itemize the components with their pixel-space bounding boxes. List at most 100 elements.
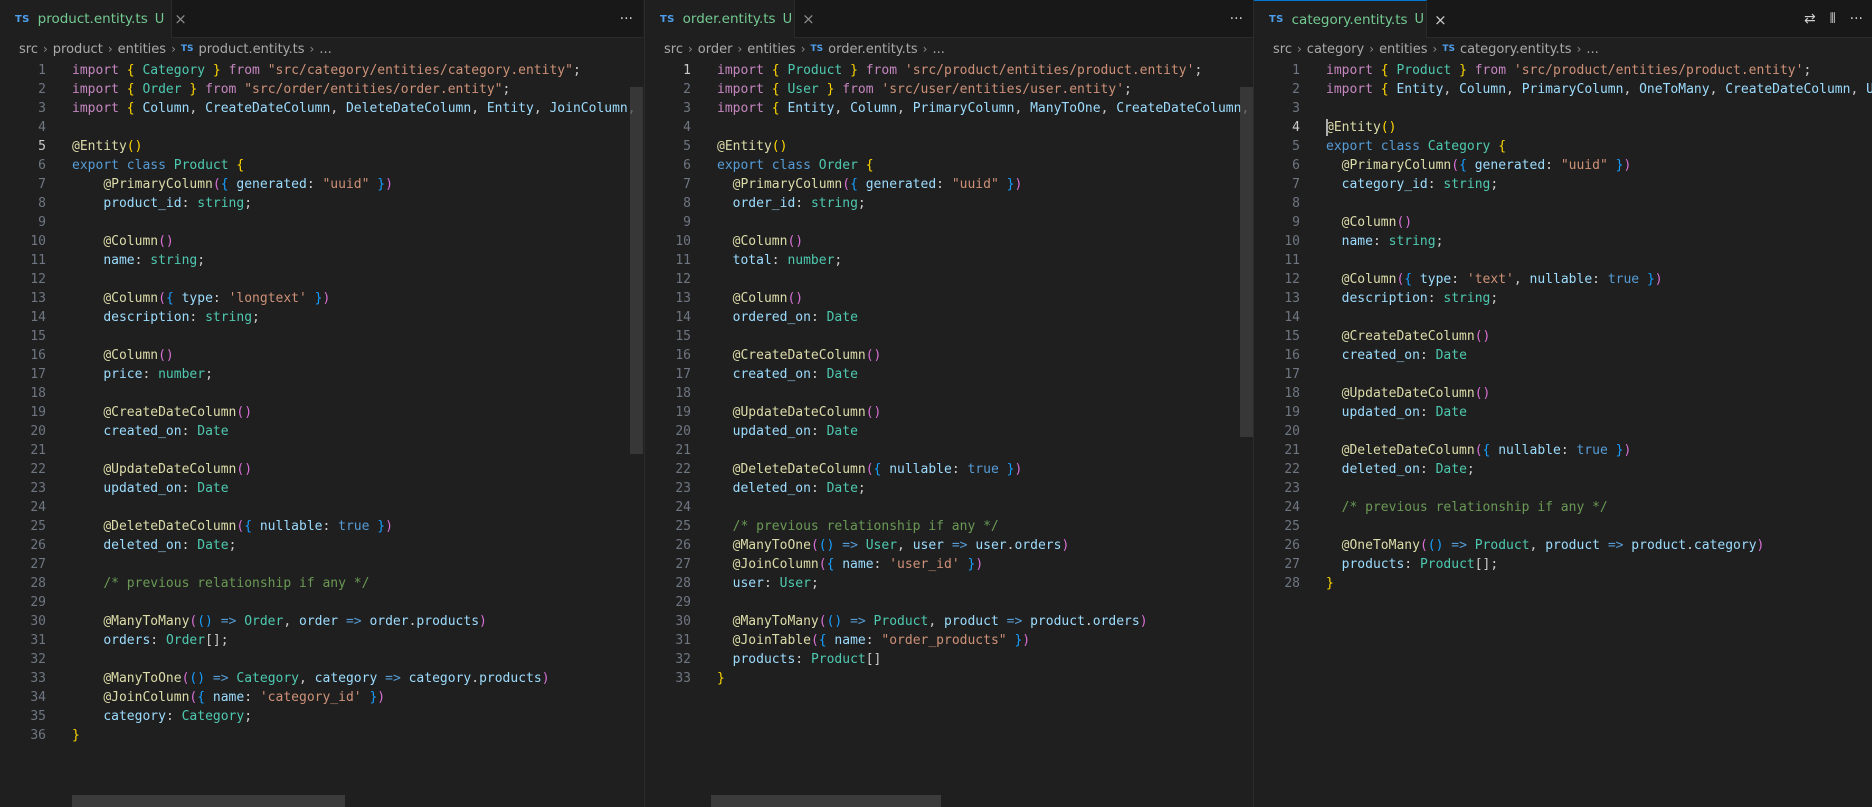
horizontal-scrollbar[interactable]	[711, 795, 941, 807]
code-line[interactable]: 34 @JoinColumn({ name: 'category_id' })	[0, 688, 643, 707]
code-line[interactable]: 18	[0, 384, 643, 403]
code-line[interactable]: 8	[1254, 194, 1872, 213]
code-line[interactable]: 36}	[0, 726, 643, 745]
code-line[interactable]: 25 @DeleteDateColumn({ nullable: true })	[0, 517, 643, 536]
code-line[interactable]: 2 import { Entity, Column, PrimaryColumn,…	[1254, 80, 1872, 99]
code-line[interactable]: 8 product_id: string;	[0, 194, 643, 213]
code-line[interactable]: 16 @Column()	[0, 346, 643, 365]
breadcrumb-folder[interactable]: entities	[1379, 42, 1427, 57]
code-line[interactable]: 6 export class Order {	[645, 156, 1253, 175]
code-line[interactable]: 5 export class Category {	[1254, 137, 1872, 156]
close-icon[interactable]: ×	[174, 10, 187, 28]
code-line[interactable]: 20	[1254, 422, 1872, 441]
tab-category-entity[interactable]: TS category.entity.ts U ×	[1254, 0, 1447, 38]
code-line[interactable]: 13 @Column()	[645, 289, 1253, 308]
code-line[interactable]: 10 name: string;	[1254, 232, 1872, 251]
code-line[interactable]: 1 import { Product } from 'src/product/en…	[1254, 61, 1872, 80]
code-line[interactable]: 22 @DeleteDateColumn({ nullable: true })	[645, 460, 1253, 479]
code-line[interactable]: 32	[0, 650, 643, 669]
code-line[interactable]: 7 @PrimaryColumn({ generated: "uuid" })	[0, 175, 643, 194]
code-editor[interactable]: 1 import { Product } from 'src/product/en…	[645, 61, 1253, 807]
code-line[interactable]: 16 created_on: Date	[1254, 346, 1872, 365]
code-line[interactable]: 9	[645, 213, 1253, 232]
code-line[interactable]: 28}	[1254, 574, 1872, 593]
code-line[interactable]: 32 products: Product[]	[645, 650, 1253, 669]
code-line[interactable]: 28 /* previous relationship if any */	[0, 574, 643, 593]
code-line[interactable]: 4	[0, 118, 643, 137]
breadcrumb-src[interactable]: src	[664, 42, 683, 57]
code-line[interactable]: 5 @Entity()	[0, 137, 643, 156]
code-line[interactable]: 3 import { Column, CreateDateColumn, Dele…	[0, 99, 643, 118]
code-line[interactable]: 15	[0, 327, 643, 346]
code-line[interactable]: 14 description: string;	[0, 308, 643, 327]
code-line[interactable]: 17 created_on: Date	[645, 365, 1253, 384]
code-line[interactable]: 31 orders: Order[];	[0, 631, 643, 650]
code-line[interactable]: 2 import { Order } from "src/order/entiti…	[0, 80, 643, 99]
code-line[interactable]: 15 @CreateDateColumn()	[1254, 327, 1872, 346]
code-line[interactable]: 25	[1254, 517, 1872, 536]
vertical-scrollbar[interactable]	[1240, 87, 1253, 437]
code-line[interactable]: 20 updated_on: Date	[645, 422, 1253, 441]
code-line[interactable]: 12	[0, 270, 643, 289]
code-line[interactable]: 24	[645, 498, 1253, 517]
code-line[interactable]: 14	[1254, 308, 1872, 327]
code-line[interactable]: 7 category_id: string;	[1254, 175, 1872, 194]
code-line[interactable]: 18 @UpdateDateColumn()	[1254, 384, 1872, 403]
close-icon[interactable]: ×	[802, 10, 815, 28]
code-line[interactable]: 16 @CreateDateColumn()	[645, 346, 1253, 365]
code-line[interactable]: 21	[0, 441, 643, 460]
breadcrumb-folder[interactable]: category	[1307, 42, 1364, 57]
split-editor-icon[interactable]: ⫴	[1830, 11, 1836, 27]
code-line[interactable]: 24	[0, 498, 643, 517]
code-line[interactable]: 21 @DeleteDateColumn({ nullable: true })	[1254, 441, 1872, 460]
code-editor[interactable]: 1 import { Product } from 'src/product/en…	[1254, 61, 1872, 807]
code-line[interactable]: 11 total: number;	[645, 251, 1253, 270]
code-line[interactable]: 25 /* previous relationship if any */	[645, 517, 1253, 536]
more-actions-icon[interactable]: ···	[1230, 11, 1243, 27]
code-line[interactable]: 26 @OneToMany(() => Product, product => …	[1254, 536, 1872, 555]
code-line[interactable]: 18	[645, 384, 1253, 403]
code-line[interactable]: 29	[0, 593, 643, 612]
code-line[interactable]: 27 @JoinColumn({ name: 'user_id' })	[645, 555, 1253, 574]
code-line[interactable]: 20 created_on: Date	[0, 422, 643, 441]
code-line[interactable]: 13 description: string;	[1254, 289, 1872, 308]
code-line[interactable]: 3	[1254, 99, 1872, 118]
compare-changes-icon[interactable]: ⇄	[1804, 11, 1816, 27]
breadcrumb-folder[interactable]: entities	[747, 42, 795, 57]
breadcrumb-symbol[interactable]: ...	[932, 42, 944, 57]
code-line[interactable]: 19 @CreateDateColumn()	[0, 403, 643, 422]
code-line[interactable]: 10 @Column()	[645, 232, 1253, 251]
code-line[interactable]: 24 /* previous relationship if any */	[1254, 498, 1872, 517]
code-line[interactable]: 33}	[645, 669, 1253, 688]
more-actions-icon[interactable]: ···	[1850, 11, 1863, 27]
code-line[interactable]: 30 @ManyToMany(() => Order, order => ord…	[0, 612, 643, 631]
code-line[interactable]: 11	[1254, 251, 1872, 270]
code-line[interactable]: 23	[1254, 479, 1872, 498]
code-line[interactable]: 19 @UpdateDateColumn()	[645, 403, 1253, 422]
code-line[interactable]: 8 order_id: string;	[645, 194, 1253, 213]
code-line[interactable]: 26 @ManyToOne(() => User, user => user.o…	[645, 536, 1253, 555]
code-line[interactable]: 12	[645, 270, 1253, 289]
tab-order-entity[interactable]: TS order.entity.ts U ×	[645, 0, 815, 38]
code-line[interactable]: 9	[0, 213, 643, 232]
breadcrumb-folder[interactable]: entities	[118, 42, 166, 57]
code-line[interactable]: 30 @ManyToMany(() => Product, product =>…	[645, 612, 1253, 631]
code-line[interactable]: 3 import { Entity, Column, PrimaryColumn,…	[645, 99, 1253, 118]
code-line[interactable]: 27 products: Product[];	[1254, 555, 1872, 574]
code-line[interactable]: 6 export class Product {	[0, 156, 643, 175]
breadcrumb-folder[interactable]: order	[698, 42, 733, 57]
code-line[interactable]: 4	[645, 118, 1253, 137]
breadcrumb-file[interactable]: category.entity.ts	[1460, 42, 1572, 57]
code-line[interactable]: 29	[645, 593, 1253, 612]
code-line[interactable]: 4 @Entity()	[1254, 118, 1872, 137]
code-editor[interactable]: 1 import { Category } from "src/category/…	[0, 61, 643, 807]
code-line[interactable]: 28 user: User;	[645, 574, 1253, 593]
breadcrumb-file[interactable]: order.entity.ts	[828, 42, 918, 57]
code-line[interactable]: 23 updated_on: Date	[0, 479, 643, 498]
code-line[interactable]: 33 @ManyToOne(() => Category, category =…	[0, 669, 643, 688]
code-line[interactable]: 26 deleted_on: Date;	[0, 536, 643, 555]
breadcrumb-symbol[interactable]: ...	[1586, 42, 1598, 57]
breadcrumb-src[interactable]: src	[1273, 42, 1292, 57]
code-line[interactable]: 10 @Column()	[0, 232, 643, 251]
code-line[interactable]: 19 updated_on: Date	[1254, 403, 1872, 422]
